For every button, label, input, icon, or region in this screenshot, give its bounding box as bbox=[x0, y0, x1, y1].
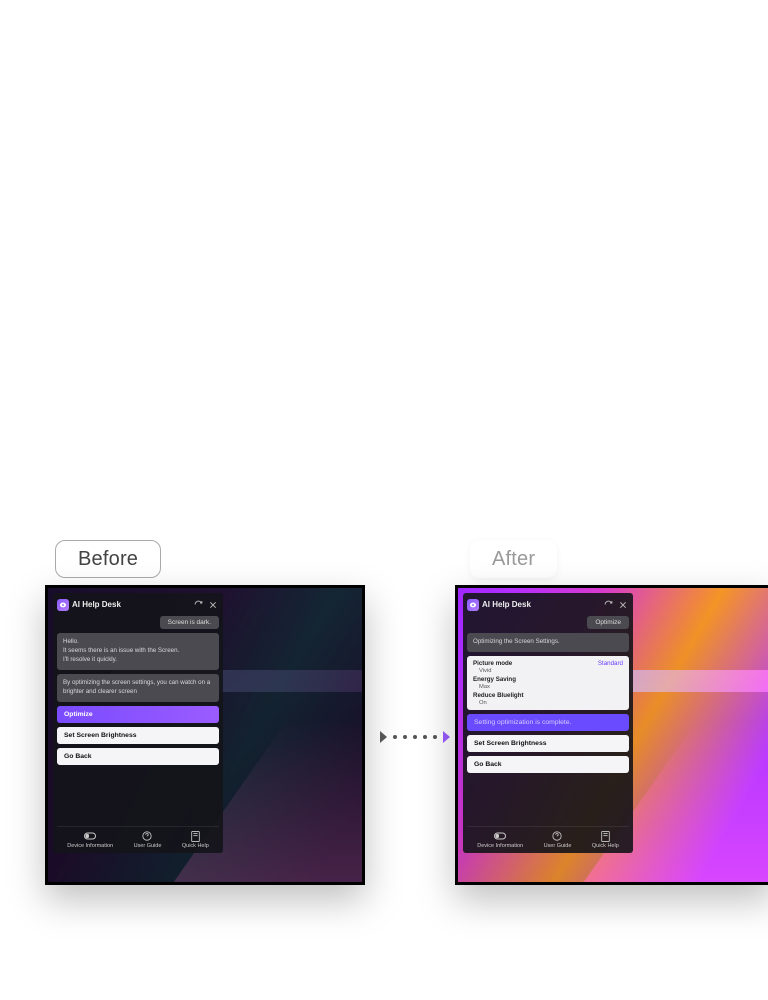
set-brightness-button[interactable]: Set Screen Brightness bbox=[467, 735, 629, 752]
arrow-left-icon bbox=[380, 731, 387, 743]
transition-arrow bbox=[380, 730, 450, 744]
footer-device-info[interactable]: Device Information bbox=[67, 831, 113, 849]
close-icon[interactable] bbox=[617, 599, 629, 611]
setting-value: On bbox=[473, 700, 623, 706]
user-guide-icon bbox=[551, 831, 563, 841]
footer-label: User Guide bbox=[544, 843, 572, 849]
quick-help-icon bbox=[189, 831, 201, 841]
panel-footer: Device Information User Guide Quick Help bbox=[467, 826, 629, 849]
ai-message-2: By optimizing the screen settings, you c… bbox=[57, 674, 219, 702]
device-info-icon bbox=[494, 831, 506, 841]
panel-header: AI Help Desk bbox=[467, 597, 629, 612]
user-message-chip: Screen is dark. bbox=[160, 616, 219, 629]
refresh-icon[interactable] bbox=[192, 599, 204, 611]
footer-label: User Guide bbox=[134, 843, 162, 849]
footer-label: Quick Help bbox=[182, 843, 209, 849]
tv-before: AI Help Desk Screen is dark. Hello. It s… bbox=[45, 585, 365, 885]
footer-device-info[interactable]: Device Information bbox=[477, 831, 523, 849]
comparison-stage: Before After AI Help Desk Screen bbox=[0, 555, 768, 915]
set-brightness-button[interactable]: Set Screen Brightness bbox=[57, 727, 219, 744]
after-label: After bbox=[470, 540, 557, 578]
footer-quick-help[interactable]: Quick Help bbox=[182, 831, 209, 849]
panel-title: AI Help Desk bbox=[72, 600, 189, 609]
user-message-chip: Optimize bbox=[587, 616, 629, 629]
status-message: Optimizing the Screen Settings. bbox=[467, 633, 629, 652]
user-guide-icon bbox=[141, 831, 153, 841]
before-label: Before bbox=[55, 540, 161, 578]
ai-message-1: Hello. It seems there is an issue with t… bbox=[57, 633, 219, 670]
setting-value-to: Standard bbox=[598, 660, 623, 667]
footer-label: Quick Help bbox=[592, 843, 619, 849]
tv-after: AI Help Desk Optimize Optimizing the Scr… bbox=[455, 585, 768, 885]
panel-footer: Device Information User Guide Quick Help bbox=[57, 826, 219, 849]
settings-summary-card: Picture mode Standard Vivid Energy Savin… bbox=[467, 656, 629, 710]
setting-value-from: Vivid bbox=[473, 668, 623, 674]
close-icon[interactable] bbox=[207, 599, 219, 611]
footer-user-guide[interactable]: User Guide bbox=[134, 831, 162, 849]
setting-label: Energy Saving bbox=[473, 676, 516, 683]
ai-logo-icon bbox=[57, 599, 69, 611]
completion-status: Setting optimization is complete. bbox=[467, 714, 629, 731]
panel-title: AI Help Desk bbox=[482, 600, 599, 609]
device-info-icon bbox=[84, 831, 96, 841]
footer-user-guide[interactable]: User Guide bbox=[544, 831, 572, 849]
setting-label: Picture mode bbox=[473, 660, 512, 667]
footer-quick-help[interactable]: Quick Help bbox=[592, 831, 619, 849]
setting-label: Reduce Bluelight bbox=[473, 692, 524, 699]
ai-help-desk-panel-before: AI Help Desk Screen is dark. Hello. It s… bbox=[53, 593, 223, 853]
go-back-button[interactable]: Go Back bbox=[467, 756, 629, 773]
refresh-icon[interactable] bbox=[602, 599, 614, 611]
setting-value: Max bbox=[473, 684, 623, 690]
optimize-button[interactable]: Optimize bbox=[57, 706, 219, 723]
quick-help-icon bbox=[599, 831, 611, 841]
footer-label: Device Information bbox=[67, 843, 113, 849]
ai-logo-icon bbox=[467, 599, 479, 611]
go-back-button[interactable]: Go Back bbox=[57, 748, 219, 765]
panel-header: AI Help Desk bbox=[57, 597, 219, 612]
arrow-right-icon bbox=[443, 731, 450, 743]
footer-label: Device Information bbox=[477, 843, 523, 849]
ai-help-desk-panel-after: AI Help Desk Optimize Optimizing the Scr… bbox=[463, 593, 633, 853]
